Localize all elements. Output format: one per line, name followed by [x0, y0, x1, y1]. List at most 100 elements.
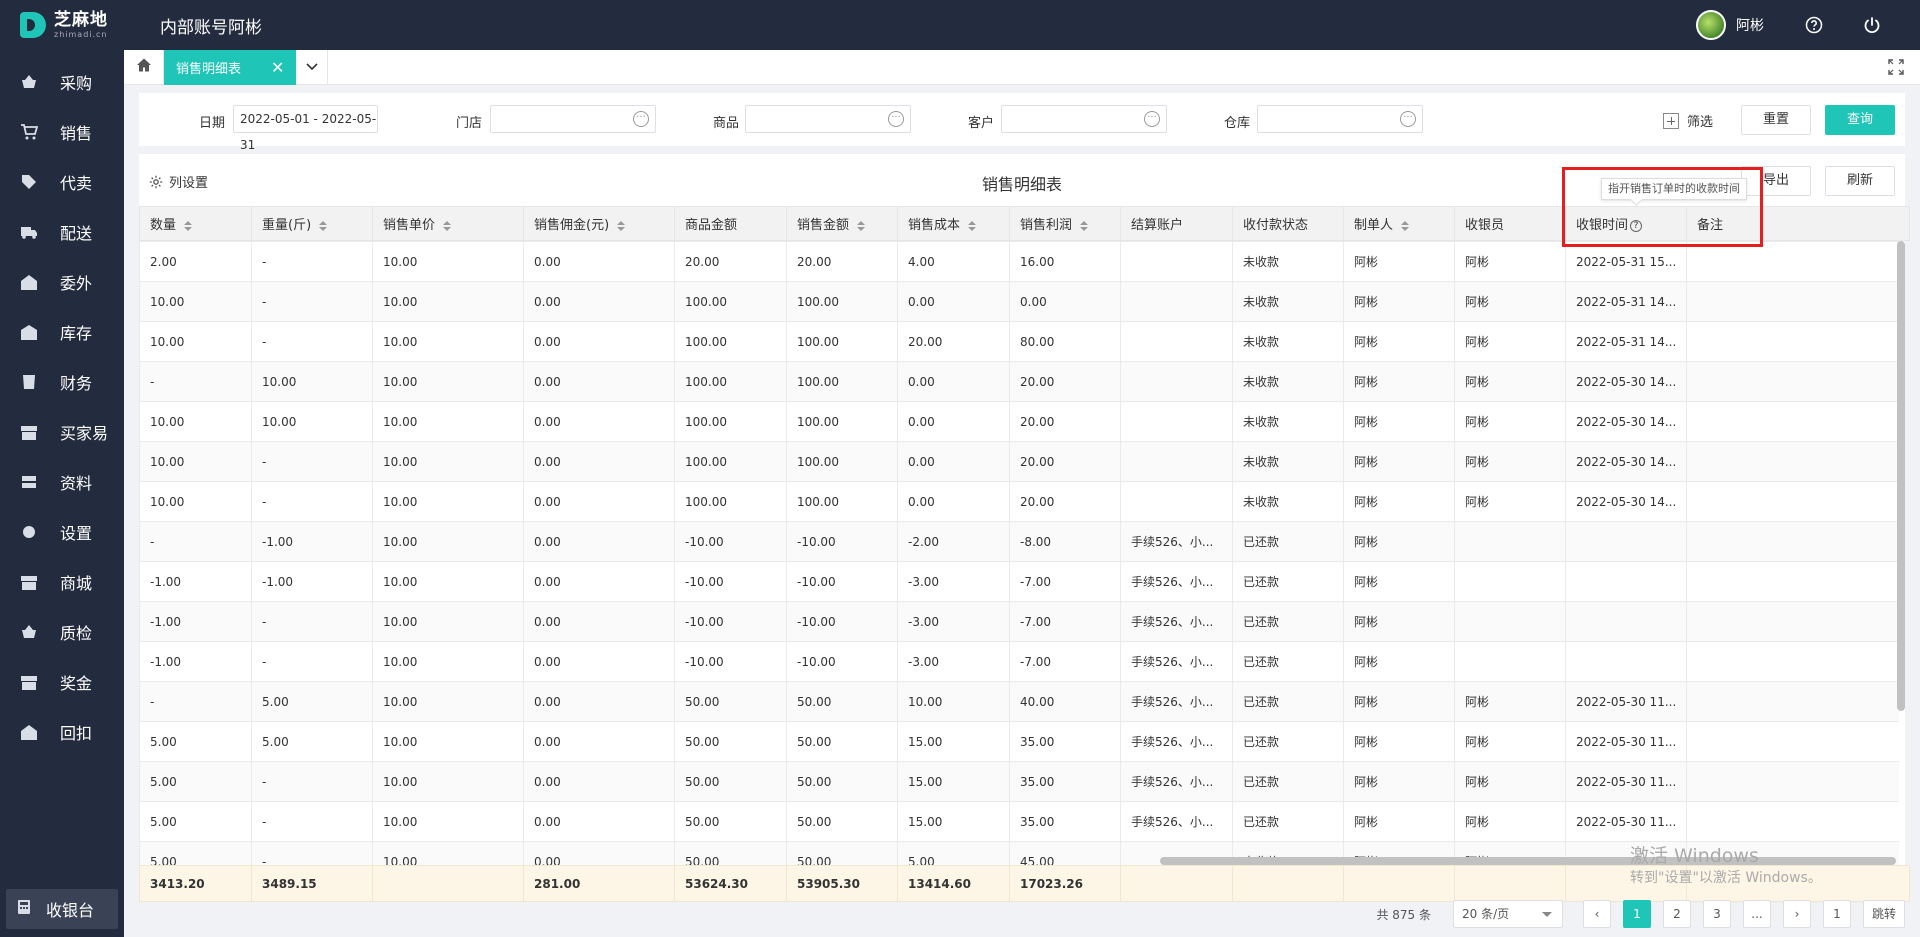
- sort-icon[interactable]: [968, 220, 977, 231]
- table-row[interactable]: -1.00-10.00 0.00 -10.00 -10.00 -3.00 -7.00 手续5…: [139, 601, 1899, 642]
- store-input[interactable]: ···: [490, 105, 656, 133]
- cashier-button[interactable]: 收银台: [6, 889, 118, 929]
- column-settings-button[interactable]: 列设置: [149, 172, 208, 191]
- table-row[interactable]: -1.00-10.00 0.00 -10.00 -10.00 -3.00 -7.00 手续5…: [139, 641, 1899, 682]
- table-row[interactable]: 10.00-10.00 0.00 100.00 100.00 0.00 20.00 未收款阿…: [139, 481, 1899, 522]
- table-cell: 15.00: [897, 801, 1010, 842]
- refresh-button[interactable]: 刷新: [1825, 166, 1895, 196]
- jump-page-input[interactable]: 1: [1822, 900, 1851, 928]
- table-cell: 阿彬: [1343, 641, 1455, 682]
- reset-button[interactable]: 重置: [1741, 105, 1811, 135]
- more-icon[interactable]: ···: [1400, 111, 1416, 127]
- table-cell: 10.00: [372, 801, 524, 842]
- table-body[interactable]: 2.00-10.00 0.00 20.00 20.00 4.00 16.00 未收款 阿彬 阿彬…: [139, 241, 1899, 877]
- table-row[interactable]: 10.00-10.00 0.00 100.00 100.00 0.00 0.00 未收款 阿彬…: [139, 281, 1899, 322]
- table-cell: [1120, 361, 1233, 402]
- prev-page-button[interactable]: ‹: [1582, 900, 1611, 928]
- sidebar-item-12[interactable]: 奖金: [0, 657, 124, 707]
- sort-icon[interactable]: [1080, 220, 1089, 231]
- help-icon[interactable]: ?: [1630, 219, 1643, 232]
- column-header[interactable]: 重量(斤): [251, 206, 373, 241]
- query-button[interactable]: 查询: [1825, 105, 1895, 135]
- column-header-label: 结算账户: [1131, 218, 1184, 233]
- sort-icon[interactable]: [184, 220, 193, 231]
- page-button[interactable]: 3: [1702, 900, 1731, 928]
- table-row[interactable]: -1.00 -1.00 10.00 0.00 -10.00 -10.00 -3.00 -7.0…: [139, 561, 1899, 602]
- sort-icon[interactable]: [443, 220, 452, 231]
- table-row[interactable]: -10.00 10.00 0.00 100.00 100.00 0.00 20.00 未收款阿…: [139, 361, 1899, 402]
- home-tab[interactable]: [124, 49, 164, 85]
- column-header[interactable]: 销售单价: [372, 206, 524, 241]
- cashier-icon: [16, 899, 32, 919]
- table-row[interactable]: 5.00-10.00 0.00 50.00 50.00 15.00 35.00 手续526、…: [139, 801, 1899, 842]
- power-icon[interactable]: [1862, 15, 1882, 35]
- username[interactable]: 阿彬: [1736, 15, 1764, 35]
- sidebar-item-label: 设置: [60, 524, 93, 543]
- page-button[interactable]: 1: [1622, 900, 1651, 928]
- sidebar-item-4[interactable]: 委外: [0, 257, 124, 307]
- more-icon[interactable]: ···: [633, 111, 649, 127]
- sort-icon[interactable]: [319, 220, 328, 231]
- customer-input[interactable]: ···: [1001, 105, 1167, 133]
- tab-menu-button[interactable]: [296, 49, 329, 85]
- sidebar-item-1[interactable]: 销售: [0, 107, 124, 157]
- more-icon[interactable]: ···: [1144, 111, 1160, 127]
- sidebar-item-5[interactable]: 库存: [0, 307, 124, 357]
- column-header[interactable]: 销售利润: [1009, 206, 1121, 241]
- export-button[interactable]: 导出: [1741, 166, 1811, 196]
- warehouse-input[interactable]: ···: [1257, 105, 1423, 133]
- table-cell: 35.00: [1009, 801, 1121, 842]
- page-size-select[interactable]: 20 条/页: [1452, 900, 1563, 928]
- column-header[interactable]: 制单人: [1343, 206, 1455, 241]
- sidebar-item-0[interactable]: 采购: [0, 57, 124, 107]
- jump-button[interactable]: 跳转: [1862, 900, 1905, 928]
- table-cell: -7.00: [1009, 601, 1121, 642]
- page-button[interactable]: 2: [1662, 900, 1691, 928]
- table-row[interactable]: 10.00-10.00 0.00 100.00 100.00 20.00 80.00 未收款…: [139, 321, 1899, 362]
- filter-label: 筛选: [1687, 115, 1714, 130]
- table-row[interactable]: 5.00 5.00 10.00 0.00 50.00 50.00 15.00 35.00 手续5…: [139, 721, 1899, 762]
- sidebar-item-2[interactable]: 代卖: [0, 157, 124, 207]
- horizontal-scrollbar[interactable]: [1160, 857, 1896, 865]
- product-input[interactable]: ···: [745, 105, 911, 133]
- column-header[interactable]: 数量: [139, 206, 252, 241]
- help-icon[interactable]: [1804, 15, 1824, 35]
- close-icon[interactable]: ✕: [271, 58, 284, 77]
- table-row[interactable]: 10.00 10.00 10.00 0.00 100.00 100.00 0.00 20.00…: [139, 401, 1899, 442]
- tab-sales-detail[interactable]: 销售明细表 ✕: [164, 49, 297, 85]
- column-header: 备注: [1686, 206, 1910, 241]
- sidebar-item-8[interactable]: 资料: [0, 457, 124, 507]
- brand-logo[interactable]: 芝麻地 zhimadi.cn: [0, 0, 124, 50]
- column-header[interactable]: 销售成本: [897, 206, 1010, 241]
- table-cell: -: [251, 241, 373, 282]
- avatar[interactable]: [1696, 10, 1726, 40]
- sidebar-item-10[interactable]: 商城: [0, 557, 124, 607]
- sort-icon[interactable]: [857, 220, 866, 231]
- next-page-button[interactable]: ›: [1782, 900, 1811, 928]
- fullscreen-icon[interactable]: [1888, 59, 1904, 75]
- table-row[interactable]: 2.00-10.00 0.00 20.00 20.00 4.00 16.00 未收款 阿彬 阿彬…: [139, 241, 1899, 282]
- table-cell: 2022-05-30 11...: [1565, 761, 1687, 802]
- date-range-input[interactable]: 2022-05-01 - 2022-05-31: [233, 105, 378, 152]
- table-cell: [1120, 321, 1233, 362]
- sidebar-item-11[interactable]: 质检: [0, 607, 124, 657]
- sidebar-item-7[interactable]: 买家易: [0, 407, 124, 457]
- more-icon[interactable]: ···: [888, 111, 904, 127]
- vertical-scrollbar[interactable]: [1897, 241, 1905, 711]
- column-header[interactable]: 销售佣金(元): [523, 206, 675, 241]
- page-ellipsis[interactable]: ...: [1742, 900, 1771, 928]
- filter-toggle[interactable]: 筛选: [1663, 111, 1713, 130]
- sort-icon[interactable]: [1401, 220, 1410, 231]
- sidebar-item-6[interactable]: 财务: [0, 357, 124, 407]
- sidebar-item-13[interactable]: 回扣: [0, 707, 124, 757]
- table-row[interactable]: 10.00-10.00 0.00 100.00 100.00 0.00 20.00 未收款阿…: [139, 441, 1899, 482]
- sidebar-item-3[interactable]: 配送: [0, 207, 124, 257]
- table-row[interactable]: 5.00-10.00 0.00 50.00 50.00 15.00 35.00 手续526、…: [139, 761, 1899, 802]
- table-row[interactable]: -5.00 10.00 0.00 50.00 50.00 10.00 40.00 手续526、…: [139, 681, 1899, 722]
- table-cell: 阿彬: [1343, 361, 1455, 402]
- table-row[interactable]: - -1.00 10.00 0.00 -10.00 -10.00 -2.00 -8.00 手续5…: [139, 521, 1899, 562]
- column-header[interactable]: 销售金额: [786, 206, 898, 241]
- sidebar-item-9[interactable]: 设置: [0, 507, 124, 557]
- sort-icon[interactable]: [617, 220, 626, 231]
- cashier-label: 收银台: [46, 901, 95, 920]
